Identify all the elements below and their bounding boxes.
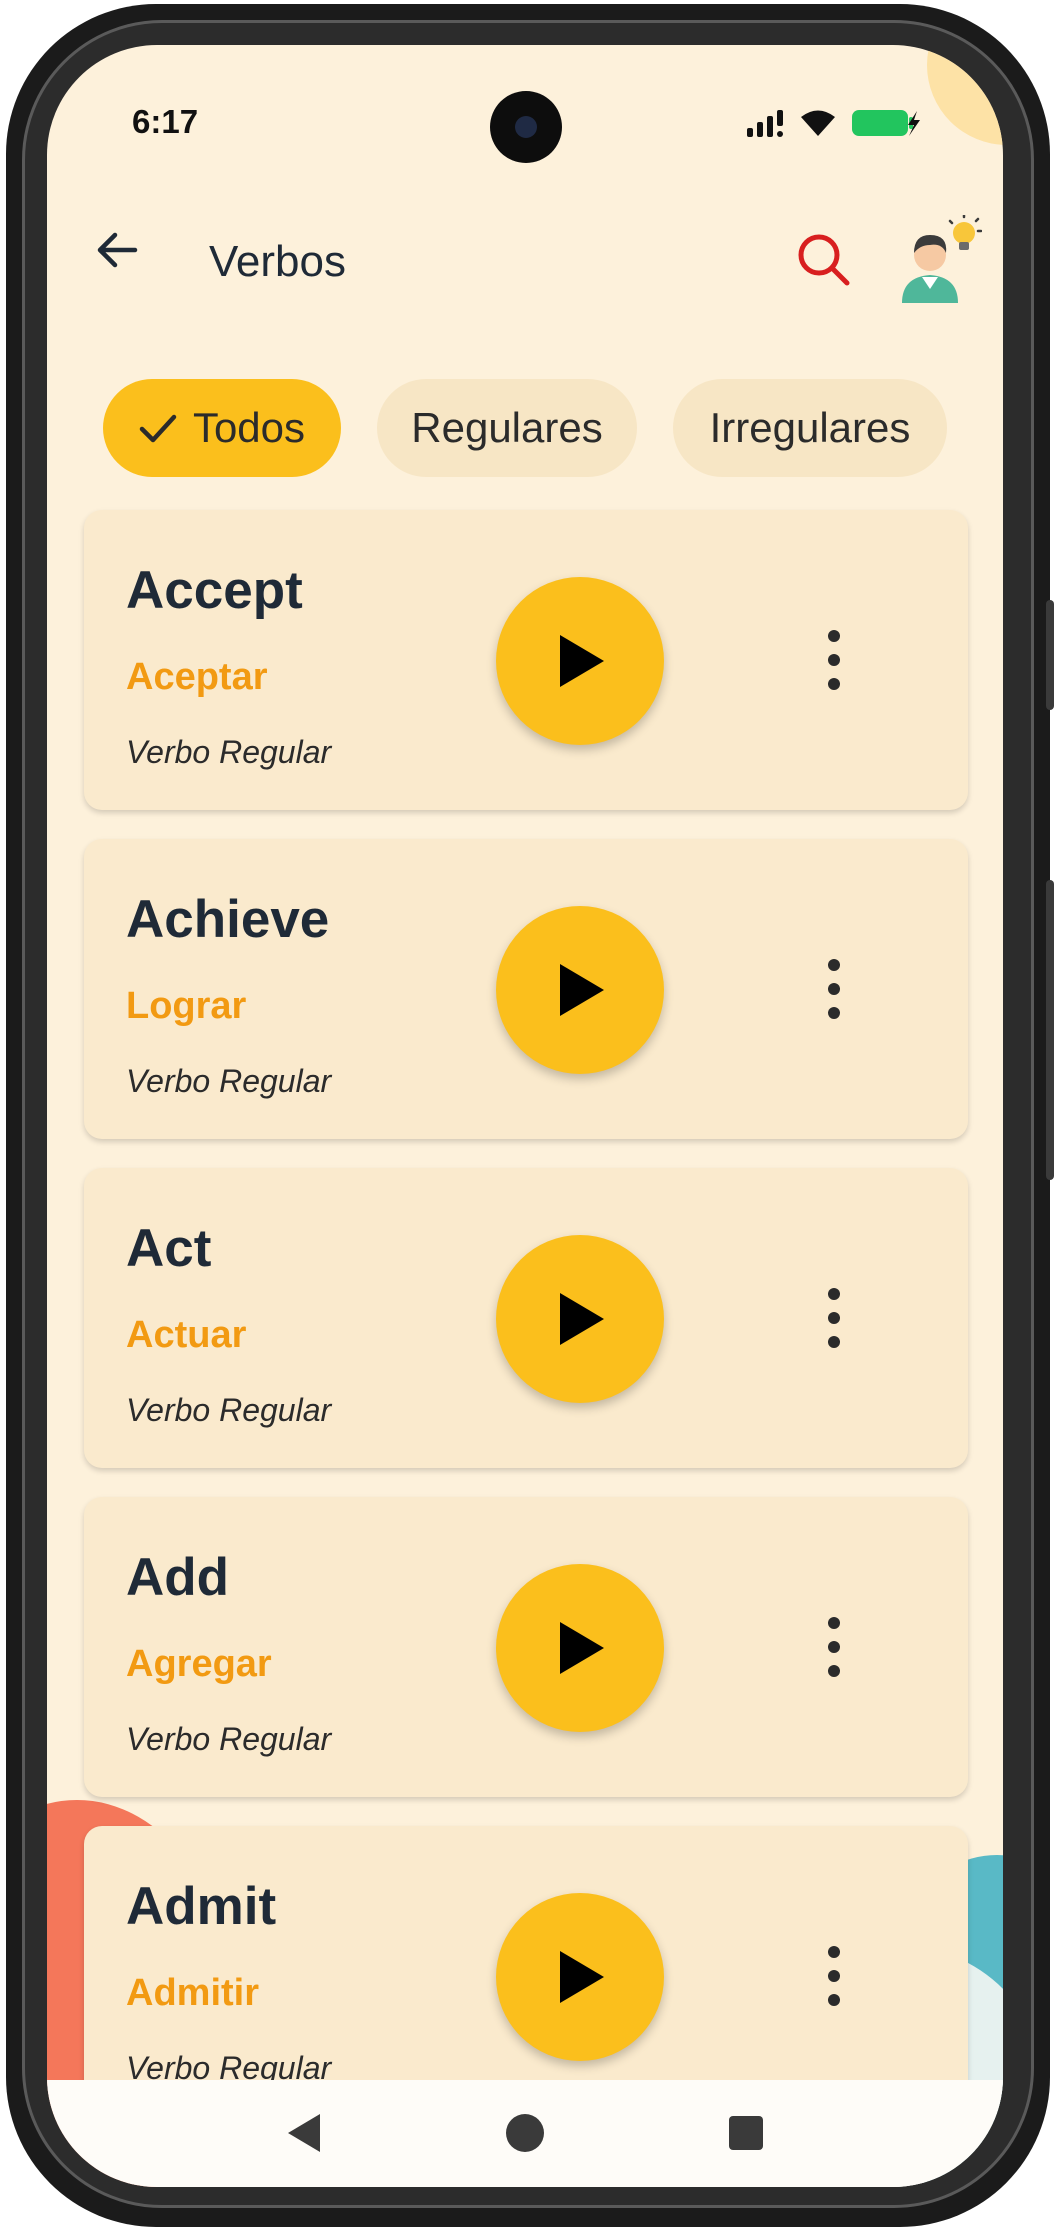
arrow-left-icon — [97, 232, 138, 268]
check-icon — [139, 413, 177, 443]
recents-square-icon[interactable] — [711, 2098, 781, 2168]
play-icon — [560, 964, 604, 1016]
play-icon — [560, 635, 604, 687]
verb-translation: Agregar — [126, 1643, 272, 1685]
chip-label: Irregulares — [709, 404, 911, 451]
system-nav-bar — [47, 2080, 1003, 2187]
search-button[interactable] — [789, 225, 859, 295]
verb-card[interactable]: Act Actuar Verbo Regular — [84, 1168, 968, 1468]
play-button[interactable] — [496, 1235, 664, 1403]
more-options-icon[interactable] — [804, 620, 864, 700]
play-icon — [560, 1293, 604, 1345]
front-camera — [490, 91, 562, 163]
verb-card[interactable]: Add Agregar Verbo Regular — [84, 1497, 968, 1797]
search-icon — [798, 234, 850, 286]
play-button[interactable] — [496, 1893, 664, 2061]
verb-translation: Admitir — [126, 1972, 259, 2014]
more-options-icon[interactable] — [804, 1607, 864, 1687]
verb-type: Verbo Regular — [126, 1721, 332, 1757]
more-options-icon[interactable] — [804, 1936, 864, 2016]
verb-word: Add — [126, 1548, 230, 1607]
signal-icon — [745, 108, 785, 143]
wifi-icon — [799, 108, 837, 143]
status-time: 6:17 — [132, 103, 199, 140]
chip-irregulares[interactable]: Irregulares — [673, 379, 947, 477]
status-icons — [745, 107, 921, 143]
verb-type: Verbo Regular — [126, 1392, 332, 1428]
verb-card[interactable]: Accept Aceptar Verbo Regular — [84, 510, 968, 810]
back-button[interactable] — [82, 215, 152, 285]
play-button[interactable] — [496, 1564, 664, 1732]
more-options-icon[interactable] — [804, 949, 864, 1029]
chip-regulares[interactable]: Regulares — [377, 379, 637, 477]
more-options-icon[interactable] — [804, 1278, 864, 1358]
verb-word: Act — [126, 1219, 212, 1278]
verb-card[interactable]: Achieve Lograr Verbo Regular — [84, 839, 968, 1139]
back-triangle-icon[interactable] — [269, 2098, 339, 2168]
verb-translation: Aceptar — [126, 656, 268, 698]
verb-type: Verbo Regular — [126, 734, 332, 770]
verb-word: Achieve — [126, 890, 330, 949]
verb-word: Admit — [126, 1877, 277, 1936]
verb-word: Accept — [126, 561, 303, 620]
verb-translation: Actuar — [126, 1314, 247, 1356]
verb-translation: Lograr — [126, 985, 247, 1027]
play-button[interactable] — [496, 577, 664, 745]
power-button — [1046, 880, 1054, 1180]
play-button[interactable] — [496, 906, 664, 1074]
play-icon — [560, 1951, 604, 2003]
app-screen: 6:17 Verbos Todos Regulares Irregulares … — [47, 45, 1003, 2187]
volume-button — [1046, 600, 1054, 710]
chip-label: Regulares — [411, 404, 603, 451]
chip-todos[interactable]: Todos — [103, 379, 341, 477]
battery-charging-icon — [851, 108, 921, 143]
play-icon — [560, 1622, 604, 1674]
teacher-idea-avatar-icon[interactable] — [892, 212, 983, 305]
home-circle-icon[interactable] — [490, 2098, 560, 2168]
decor-blob-yellow — [927, 45, 1003, 145]
page-title: Verbos — [209, 237, 346, 286]
verb-type: Verbo Regular — [126, 1063, 332, 1099]
chip-label: Todos — [192, 404, 306, 451]
